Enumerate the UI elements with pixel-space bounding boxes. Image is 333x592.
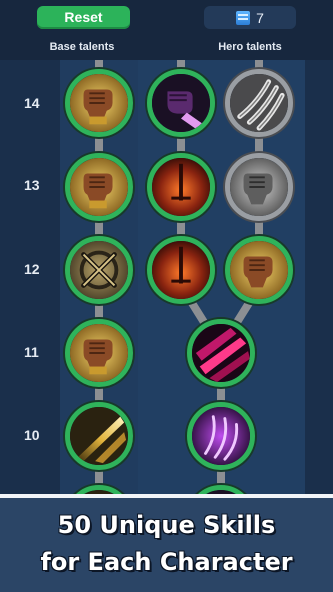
gauntlet-fist-icon	[70, 74, 128, 132]
talent-points-counter: 7	[204, 6, 296, 29]
hero-talents-header: Hero talents	[218, 41, 282, 53]
book-icon	[236, 10, 251, 25]
talent-points-value: 7	[256, 9, 264, 26]
claw-slash-icon	[230, 74, 288, 132]
hero-talent-11[interactable]	[187, 319, 255, 387]
flaming-sword-icon	[152, 241, 210, 299]
connector	[255, 136, 263, 152]
base-talent-13[interactable]	[65, 153, 133, 221]
crimson-slash-icon	[192, 324, 250, 382]
level-label-12: 12	[24, 261, 40, 277]
crossed-swords-icon	[70, 241, 128, 299]
connector	[177, 220, 185, 236]
hero-talent-14-right[interactable]	[225, 69, 293, 137]
hero-talent-14-left[interactable]	[147, 69, 215, 137]
base-talents-header: Base talents	[49, 41, 115, 53]
base-talent-14[interactable]	[65, 69, 133, 137]
silver-gauntlet-icon	[230, 158, 288, 216]
base-talent-10[interactable]	[65, 402, 133, 470]
banner-line-1: 50 Unique Skills	[57, 511, 276, 539]
connector	[95, 386, 103, 402]
banner-line-2: for Each Character	[40, 548, 293, 576]
promo-banner: 50 Unique Skills for Each Character	[0, 498, 333, 592]
base-talent-12[interactable]	[65, 236, 133, 304]
violet-claw-icon	[192, 407, 250, 465]
hero-talent-12-left[interactable]	[147, 236, 215, 304]
reset-button[interactable]: Reset	[37, 6, 130, 29]
gauntlet-fist-icon	[70, 324, 128, 382]
hero-talent-12-right[interactable]	[225, 236, 293, 304]
flaming-sword-icon	[152, 158, 210, 216]
gold-gauntlet-icon	[230, 241, 288, 299]
hero-talent-13-right[interactable]	[225, 153, 293, 221]
connector	[95, 303, 103, 319]
connector	[95, 136, 103, 152]
top-bar: Reset 7 Base talents Hero talents	[0, 0, 333, 60]
connector	[217, 386, 225, 402]
purple-fist-icon	[152, 74, 210, 132]
level-label-10: 10	[24, 427, 40, 443]
connector	[177, 136, 185, 152]
talent-tree[interactable]: 14 13 12 11 10	[0, 60, 333, 497]
hero-talent-13-left[interactable]	[147, 153, 215, 221]
level-label-13: 13	[24, 177, 40, 193]
level-label-14: 14	[24, 95, 40, 111]
base-talent-11[interactable]	[65, 319, 133, 387]
golden-slash-icon	[70, 407, 128, 465]
connector	[255, 220, 263, 236]
connector	[95, 220, 103, 236]
right-margin	[305, 60, 333, 497]
level-label-11: 11	[24, 344, 39, 360]
gauntlet-fist-icon	[70, 158, 128, 216]
hero-talent-10[interactable]	[187, 402, 255, 470]
